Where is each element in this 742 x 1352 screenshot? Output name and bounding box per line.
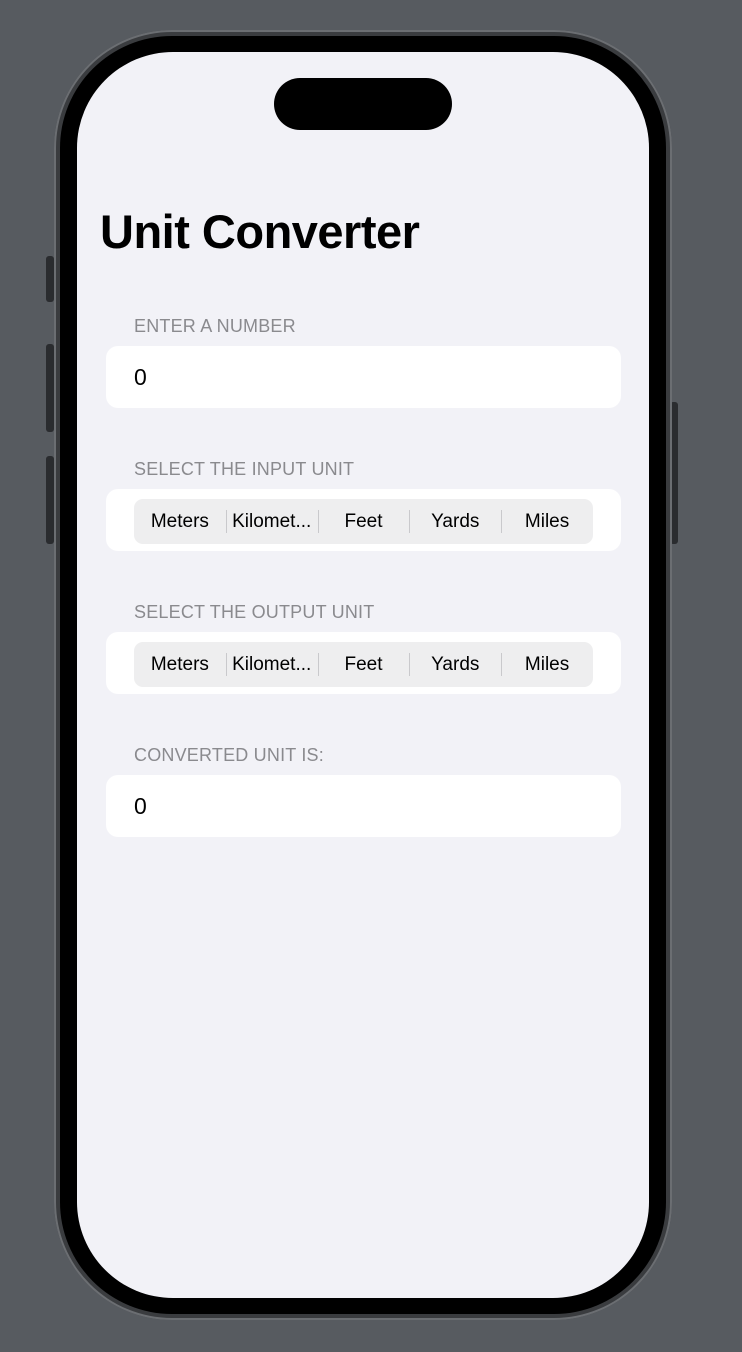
- output-unit-card: Meters Kilomet... Feet Yards Miles: [106, 632, 621, 694]
- page-title: Unit Converter: [100, 205, 420, 258]
- output-unit-miles-segment[interactable]: Miles: [501, 642, 593, 687]
- simulator-stage: Unit Converter ENTER A NUMBER 0 SELECT T…: [0, 0, 742, 1352]
- output-unit-feet-segment[interactable]: Feet: [317, 642, 410, 687]
- output-unit-header: SELECT THE OUTPUT UNIT: [134, 602, 375, 622]
- phone-bezel: Unit Converter ENTER A NUMBER 0 SELECT T…: [60, 36, 666, 1314]
- converted-result-card: 0: [106, 775, 621, 837]
- enter-number-header: ENTER A NUMBER: [134, 316, 296, 336]
- volume-up-button: [46, 344, 54, 432]
- input-unit-feet-segment[interactable]: Feet: [317, 499, 410, 544]
- converted-unit-header: CONVERTED UNIT IS:: [134, 745, 324, 765]
- input-unit-kilometers-segment[interactable]: Kilomet...: [225, 499, 318, 544]
- output-unit-meters-segment[interactable]: Meters: [134, 642, 226, 687]
- input-unit-meters-segment[interactable]: Meters: [134, 499, 226, 544]
- converted-result-value: 0: [134, 793, 147, 819]
- output-unit-picker[interactable]: Meters Kilomet... Feet Yards Miles: [134, 642, 593, 687]
- phone-screen: Unit Converter ENTER A NUMBER 0 SELECT T…: [77, 52, 649, 1298]
- input-unit-miles-segment[interactable]: Miles: [501, 499, 593, 544]
- input-unit-picker[interactable]: Meters Kilomet... Feet Yards Miles: [134, 499, 593, 544]
- input-unit-card: Meters Kilomet... Feet Yards Miles: [106, 489, 621, 551]
- phone-frame: Unit Converter ENTER A NUMBER 0 SELECT T…: [54, 30, 672, 1320]
- action-button: [46, 256, 54, 302]
- dynamic-island: [274, 78, 452, 130]
- volume-down-button: [46, 456, 54, 544]
- input-unit-header: SELECT THE INPUT UNIT: [134, 459, 355, 479]
- input-unit-yards-segment[interactable]: Yards: [409, 499, 501, 544]
- output-unit-kilometers-segment[interactable]: Kilomet...: [225, 642, 318, 687]
- output-unit-yards-segment[interactable]: Yards: [409, 642, 501, 687]
- number-input-value[interactable]: 0: [134, 346, 147, 408]
- number-input-field[interactable]: 0: [106, 346, 621, 408]
